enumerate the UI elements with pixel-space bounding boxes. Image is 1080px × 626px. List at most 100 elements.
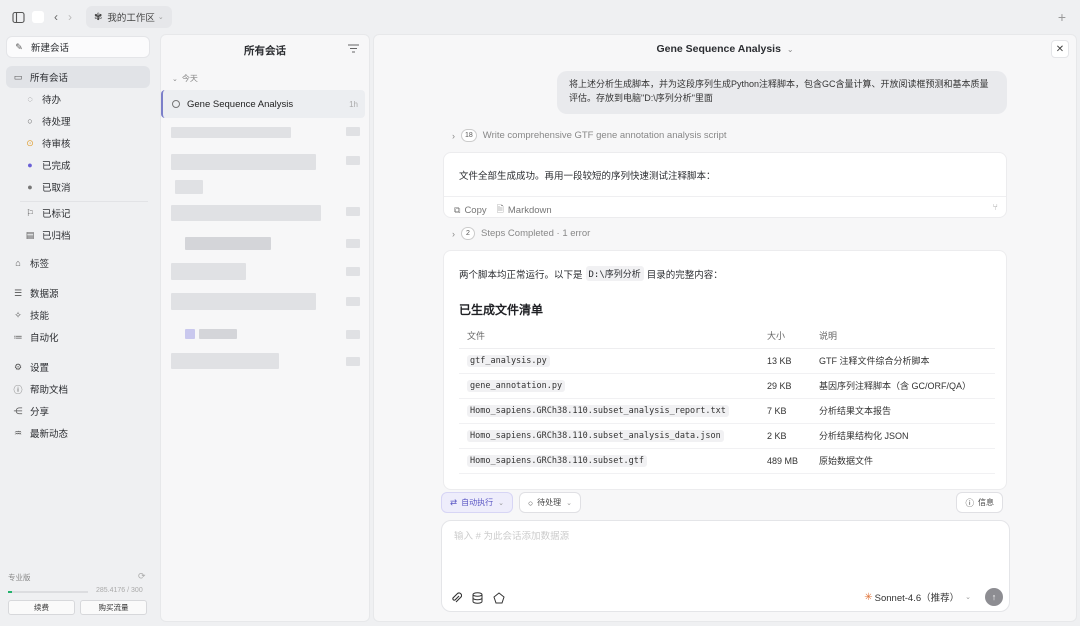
chevron-down-icon: ⌄ [566,499,573,507]
sidebar-item-label: 已完成 [42,161,71,172]
file-name: Homo_sapiens.GRCh38.110.subset_analysis_… [467,430,724,442]
renew-button[interactable]: 续费 [8,600,75,615]
sidebar-item-help[interactable]: ⓘ 帮助文档 [6,378,150,400]
share-icon: ⋲ [13,405,23,416]
sidebar-item-flagged[interactable]: ⚐ 已标记 [6,202,150,224]
sidebar-item-news[interactable]: ♒ 最新动态 [6,422,150,444]
chevron-right-icon: › [452,130,455,141]
refresh-icon[interactable]: ⟳ [138,571,146,582]
dashed-circle-icon: ◌ [27,94,33,104]
send-button[interactable]: ↑ [985,588,1003,606]
new-tab-button[interactable]: + [1058,9,1066,25]
sidebar: ✎ 新建会话 ▭ 所有会话 ◌ 待办 ○ 待处理 ⊙ 待审核 ● 已完成 ● 已… [0,34,156,626]
sidebar-item-share[interactable]: ⋲ 分享 [6,400,150,422]
table-header-row: 文件 大小 说明 [459,324,995,349]
chat-title-text: Gene Sequence Analysis [656,43,781,55]
blurred-conversation[interactable] [171,127,291,138]
chevron-down-icon: ⌄ [498,499,504,507]
database-icon[interactable] [471,591,484,604]
blurred-conversation[interactable] [171,154,316,170]
conversation-time: 1h [349,99,358,109]
check-circle-icon: ● [27,160,33,170]
step-count-badge: 18 [461,129,477,142]
inline-code-path: D:\序列分析 [585,266,644,281]
forward-button[interactable]: › [68,10,72,24]
blurred-conversation-time [346,156,360,165]
conversation-item-active[interactable]: Gene Sequence Analysis 1h [161,90,365,118]
edit-icon: ✎ [15,41,23,52]
news-icon: ♒ [13,427,23,438]
composer: ✳ Sonnet-4.6（推荐） ⌄ ↑ [441,520,1010,612]
table-row: Homo_sapiens.GRCh38.110.subset.gtf 489 M… [459,448,995,474]
sidebar-item-label: 自动化 [30,333,59,344]
sidebar-item-label: 最新动态 [30,429,69,440]
file-name: Homo_sapiens.GRCh38.110.subset_analysis_… [467,405,729,417]
flag-icon: ⚐ [25,207,35,218]
sidebar-item-label: 已归档 [42,231,71,242]
group-today-label: 今天 [181,74,198,83]
chat-panel: Gene Sequence Analysis ⌄ ✕ 将上述分析生成脚本，并为这… [373,34,1077,622]
status-dropdown[interactable]: ○ 待处理 ⌄ [519,492,582,513]
workspace-selector[interactable]: ✾ 我的工作区 ⌄ [86,6,172,28]
skill-icon[interactable] [492,591,505,604]
model-selector[interactable]: ✳ Sonnet-4.6（推荐） ⌄ [864,590,971,605]
step-group-1[interactable]: › 18 Write comprehensive GTF gene annota… [452,129,727,142]
chevron-down-icon: ⌄ [172,76,178,83]
sidebar-item-cancelled[interactable]: ● 已取消 [6,176,150,198]
database-icon: ☰ [13,287,23,298]
sidebar-item-todo[interactable]: ◌ 待办 [6,88,150,110]
sidebar-item-label: 待审核 [42,139,71,150]
sidebar-item-tags[interactable]: ⌂ 标签 [6,252,150,274]
chat-title[interactable]: Gene Sequence Analysis ⌄ [374,43,1076,55]
branch-icon[interactable]: ⑂ [993,202,998,212]
step-group-2[interactable]: › 2 Steps Completed · 1 error [452,227,590,240]
automation-icon: ≔ [13,331,23,342]
sidebar-item-label: 待办 [42,95,62,106]
blurred-conversation[interactable] [171,205,321,221]
paperclip-icon[interactable] [450,591,463,604]
sidebar-toggle-icon[interactable] [10,9,26,25]
auto-exec-dropdown[interactable]: ⇄ 自动执行 ⌄ [441,492,513,513]
sidebar-item-review[interactable]: ⊙ 待审核 [6,132,150,154]
sidebar-item-archived[interactable]: ▤ 已归档 [6,224,150,246]
skill-icon: ✧ [14,309,22,320]
info-button[interactable]: ⓘ 信息 [956,492,1003,513]
sidebar-item-datasources[interactable]: ☰ 数据源 [6,282,150,304]
quota-progress-bar [8,591,88,593]
blurred-conversation[interactable] [171,353,279,369]
model-label: Sonnet-4.6（推荐） [874,593,960,604]
back-button[interactable]: ‹ [54,10,58,24]
group-today[interactable]: ⌄ 今天 [172,73,198,84]
quota-progress-fill [8,591,12,593]
markdown-icon: 🗎 [496,204,504,214]
close-button[interactable]: ✕ [1051,40,1069,58]
close-icon: ✕ [1055,43,1065,55]
sidebar-item-skills[interactable]: ✧ 技能 [6,304,150,326]
new-chat-button[interactable]: ✎ 新建会话 [6,36,150,58]
file-desc: 分析结果文本报告 [811,398,995,424]
assistant-message-1: 文件全部生成成功。再用一段较短的序列快速测试注释脚本： ⧉ Copy 🗎 Mar… [443,152,1007,218]
tag-icon: ⌂ [15,258,21,268]
copy-button[interactable]: Copy [464,205,486,216]
sidebar-item-automation[interactable]: ≔ 自动化 [6,326,150,348]
file-desc: 分析结果结构化 JSON [811,423,995,449]
file-table: 文件 大小 说明 gtf_analysis.py 13 KB GTF 注释文件综… [459,324,995,474]
markdown-button[interactable]: Markdown [508,205,552,216]
assistant-message-2: 两个脚本均正常运行。以下是 D:\序列分析 目录的完整内容： 已生成文件清单 文… [443,250,1007,490]
sidebar-item-done[interactable]: ● 已完成 [6,154,150,176]
blurred-conversation[interactable] [171,293,316,310]
sidebar-item-settings[interactable]: ⚙ 设置 [6,356,150,378]
blurred-conversation[interactable] [199,329,237,339]
sidebar-item-all-chats[interactable]: ▭ 所有会话 [6,66,150,88]
sidebar-item-label: 已取消 [42,183,71,194]
table-row: gene_annotation.py 29 KB 基因序列注释脚本（含 GC/O… [459,373,995,399]
filter-icon[interactable] [348,44,359,53]
file-name: Homo_sapiens.GRCh38.110.subset.gtf [467,455,647,467]
blurred-conversation[interactable] [171,263,246,280]
section-heading: 已生成文件清单 [459,303,544,317]
sidebar-item-pending[interactable]: ○ 待处理 [6,110,150,132]
message-input[interactable] [454,531,974,542]
chevron-down-icon: ⌄ [965,594,971,601]
buy-traffic-button[interactable]: 购买流量 [80,600,147,615]
blurred-conversation[interactable] [185,237,271,250]
